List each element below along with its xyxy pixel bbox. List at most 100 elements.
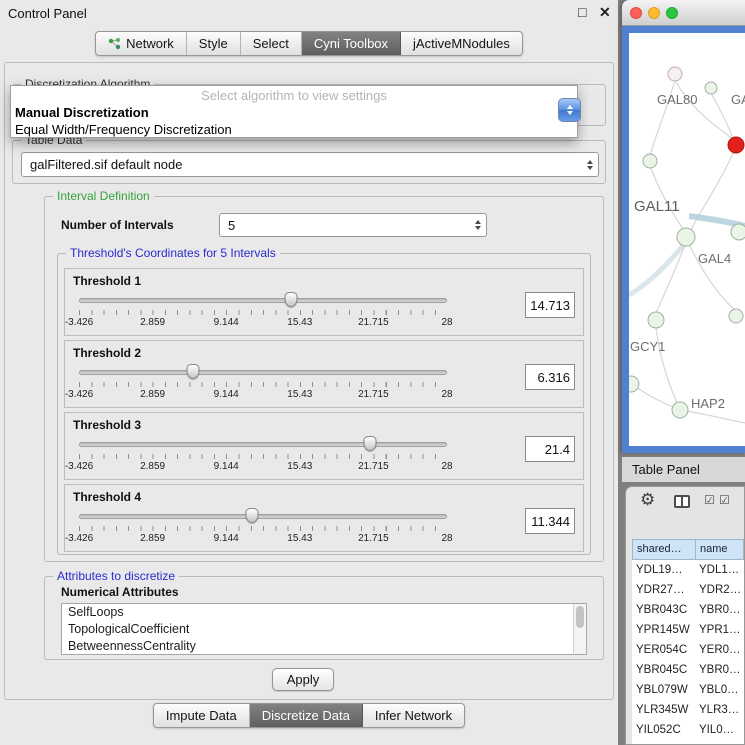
table-row[interactable]: YPR145WYPR1… <box>632 620 744 640</box>
algorithm-option-manual[interactable]: Manual Discretization <box>11 104 577 121</box>
list-item[interactable]: BetweennessCentrality <box>62 638 586 655</box>
table-row[interactable]: YBR045CYBR0… <box>632 660 744 680</box>
tab-cyni-toolbox[interactable]: Cyni Toolbox <box>302 32 401 55</box>
scrollbar-thumb[interactable] <box>576 606 584 628</box>
minimize-traffic-light[interactable] <box>648 7 660 19</box>
threshold-1-slider[interactable]: -3.426 2.859 9.144 15.43 21.715 28 <box>79 291 447 335</box>
table-data-combo[interactable]: galFiltered.sif default node <box>21 152 599 177</box>
combo-value: galFiltered.sif default node <box>22 157 581 172</box>
network-focus-frame: GAL80 GAL11 GAL4 GCY1 HAP2 GA <box>622 26 745 453</box>
tab-select[interactable]: Select <box>241 32 302 55</box>
tab-style[interactable]: Style <box>187 32 241 55</box>
network-canvas[interactable]: GAL80 GAL11 GAL4 GCY1 HAP2 GA <box>629 33 745 446</box>
slider-track[interactable] <box>79 370 447 375</box>
threshold-2-slider[interactable]: -3.426 2.859 9.144 15.43 21.715 28 <box>79 363 447 407</box>
tab-jactivemnodules[interactable]: jActiveMNodules <box>401 32 522 55</box>
node-label: GAL4 <box>698 251 731 266</box>
number-of-intervals-combo[interactable]: 5 <box>219 213 487 237</box>
algorithm-combo-stepper[interactable] <box>558 98 581 122</box>
node-labels: GAL80 GAL11 GAL4 GCY1 HAP2 GA <box>630 92 745 411</box>
column-header-shared-name[interactable]: shared… <box>632 539 696 560</box>
cell[interactable]: YBL0… <box>696 680 744 700</box>
slider-track[interactable] <box>79 298 447 303</box>
cell[interactable]: YER054C <box>632 640 696 660</box>
tab-infer-network[interactable]: Infer Network <box>363 704 464 727</box>
slider-track[interactable] <box>79 514 447 519</box>
algorithm-option-equal-width[interactable]: Equal Width/Frequency Discretization <box>11 121 577 138</box>
cell[interactable]: YBR0… <box>696 600 744 620</box>
threshold-3-value-field[interactable] <box>525 436 575 462</box>
network-icon <box>108 37 121 50</box>
float-window-icon[interactable]: □ <box>578 4 586 20</box>
list-scrollbar[interactable] <box>573 604 586 654</box>
cell[interactable]: YBR045C <box>632 660 696 680</box>
cell[interactable]: YBR0… <box>696 660 744 680</box>
threshold-4-value-field[interactable] <box>525 508 575 534</box>
cell[interactable]: YBR043C <box>632 600 696 620</box>
slider-scale-label: 9.144 <box>214 389 239 400</box>
table-row[interactable]: YDL19…YDL1… <box>632 560 744 580</box>
table-row[interactable]: YBL079WYBL0… <box>632 680 744 700</box>
table-row[interactable]: YER054CYER0… <box>632 640 744 660</box>
cell[interactable]: YDL1… <box>696 560 744 580</box>
slider-tick-marks <box>79 310 447 315</box>
slider-thumb[interactable] <box>187 364 200 379</box>
slider-thumb[interactable] <box>363 436 376 451</box>
node[interactable] <box>705 82 717 94</box>
tab-discretize-data[interactable]: Discretize Data <box>250 704 363 727</box>
cell[interactable]: YLR3… <box>696 700 744 720</box>
threshold-4-slider[interactable]: -3.426 2.859 9.144 15.43 21.715 28 <box>79 507 447 551</box>
table-row[interactable]: YDR27…YDR2… <box>632 580 744 600</box>
cell[interactable]: YBL079W <box>632 680 696 700</box>
node[interactable] <box>643 154 657 168</box>
node[interactable] <box>668 67 682 81</box>
cell[interactable]: YER0… <box>696 640 744 660</box>
slider-scale-label: 9.144 <box>214 461 239 472</box>
combo-value: 5 <box>220 218 469 233</box>
cell[interactable]: YDR27… <box>632 580 696 600</box>
list-item[interactable]: SelfLoops <box>62 604 586 621</box>
cell[interactable]: YIL0… <box>696 720 744 740</box>
column-header-name[interactable]: name <box>696 539 744 560</box>
tab-label: Impute Data <box>166 708 237 723</box>
column-visibility-icon[interactable] <box>674 495 690 508</box>
attributes-list[interactable]: SelfLoops TopologicalCoefficient Between… <box>61 603 587 655</box>
zoom-traffic-light[interactable] <box>666 7 678 19</box>
threshold-1-value-field[interactable] <box>525 292 575 318</box>
apply-button[interactable]: Apply <box>272 668 334 691</box>
node-label: GAL80 <box>657 92 697 107</box>
bottom-tab-group: Impute Data Discretize Data Infer Networ… <box>153 703 465 728</box>
table-row[interactable]: YBR043CYBR0… <box>632 600 744 620</box>
combo-stepper-icon <box>469 220 486 230</box>
table-row[interactable]: YIL052CYIL0… <box>632 720 744 740</box>
node[interactable] <box>731 224 745 240</box>
slider-thumb[interactable] <box>245 508 258 523</box>
threshold-3-slider[interactable]: -3.426 2.859 9.144 15.43 21.715 28 <box>79 435 447 479</box>
tab-network[interactable]: Network <box>96 32 187 55</box>
checkbox-icon[interactable]: ☑ <box>704 493 715 507</box>
node[interactable] <box>677 228 695 246</box>
threshold-2-value-field[interactable] <box>525 364 575 390</box>
cell[interactable]: YLR345W <box>632 700 696 720</box>
cell[interactable]: YPR1… <box>696 620 744 640</box>
close-traffic-light[interactable] <box>630 7 642 19</box>
node[interactable] <box>729 309 743 323</box>
algorithm-option-placeholder[interactable]: Select algorithm to view settings <box>11 87 577 104</box>
cell[interactable]: YIL052C <box>632 720 696 740</box>
list-item[interactable]: TopologicalCoefficient <box>62 621 586 638</box>
close-icon[interactable]: ✕ <box>599 4 611 21</box>
slider-thumb[interactable] <box>285 292 298 307</box>
checkbox-icon[interactable]: ☑ <box>719 493 730 507</box>
cell[interactable]: YDL19… <box>632 560 696 580</box>
cell[interactable]: YPR145W <box>632 620 696 640</box>
node-red[interactable] <box>728 137 744 153</box>
slider-track[interactable] <box>79 442 447 447</box>
node[interactable] <box>648 312 664 328</box>
table-body: YDL19…YDL1… YDR27…YDR2… YBR043CYBR0… YPR… <box>632 560 744 744</box>
cell[interactable]: YDR2… <box>696 580 744 600</box>
node[interactable] <box>629 376 639 392</box>
node[interactable] <box>672 402 688 418</box>
settings-gear-icon[interactable]: ⚙ <box>640 490 655 510</box>
table-row[interactable]: YLR345WYLR3… <box>632 700 744 720</box>
tab-impute-data[interactable]: Impute Data <box>154 704 250 727</box>
